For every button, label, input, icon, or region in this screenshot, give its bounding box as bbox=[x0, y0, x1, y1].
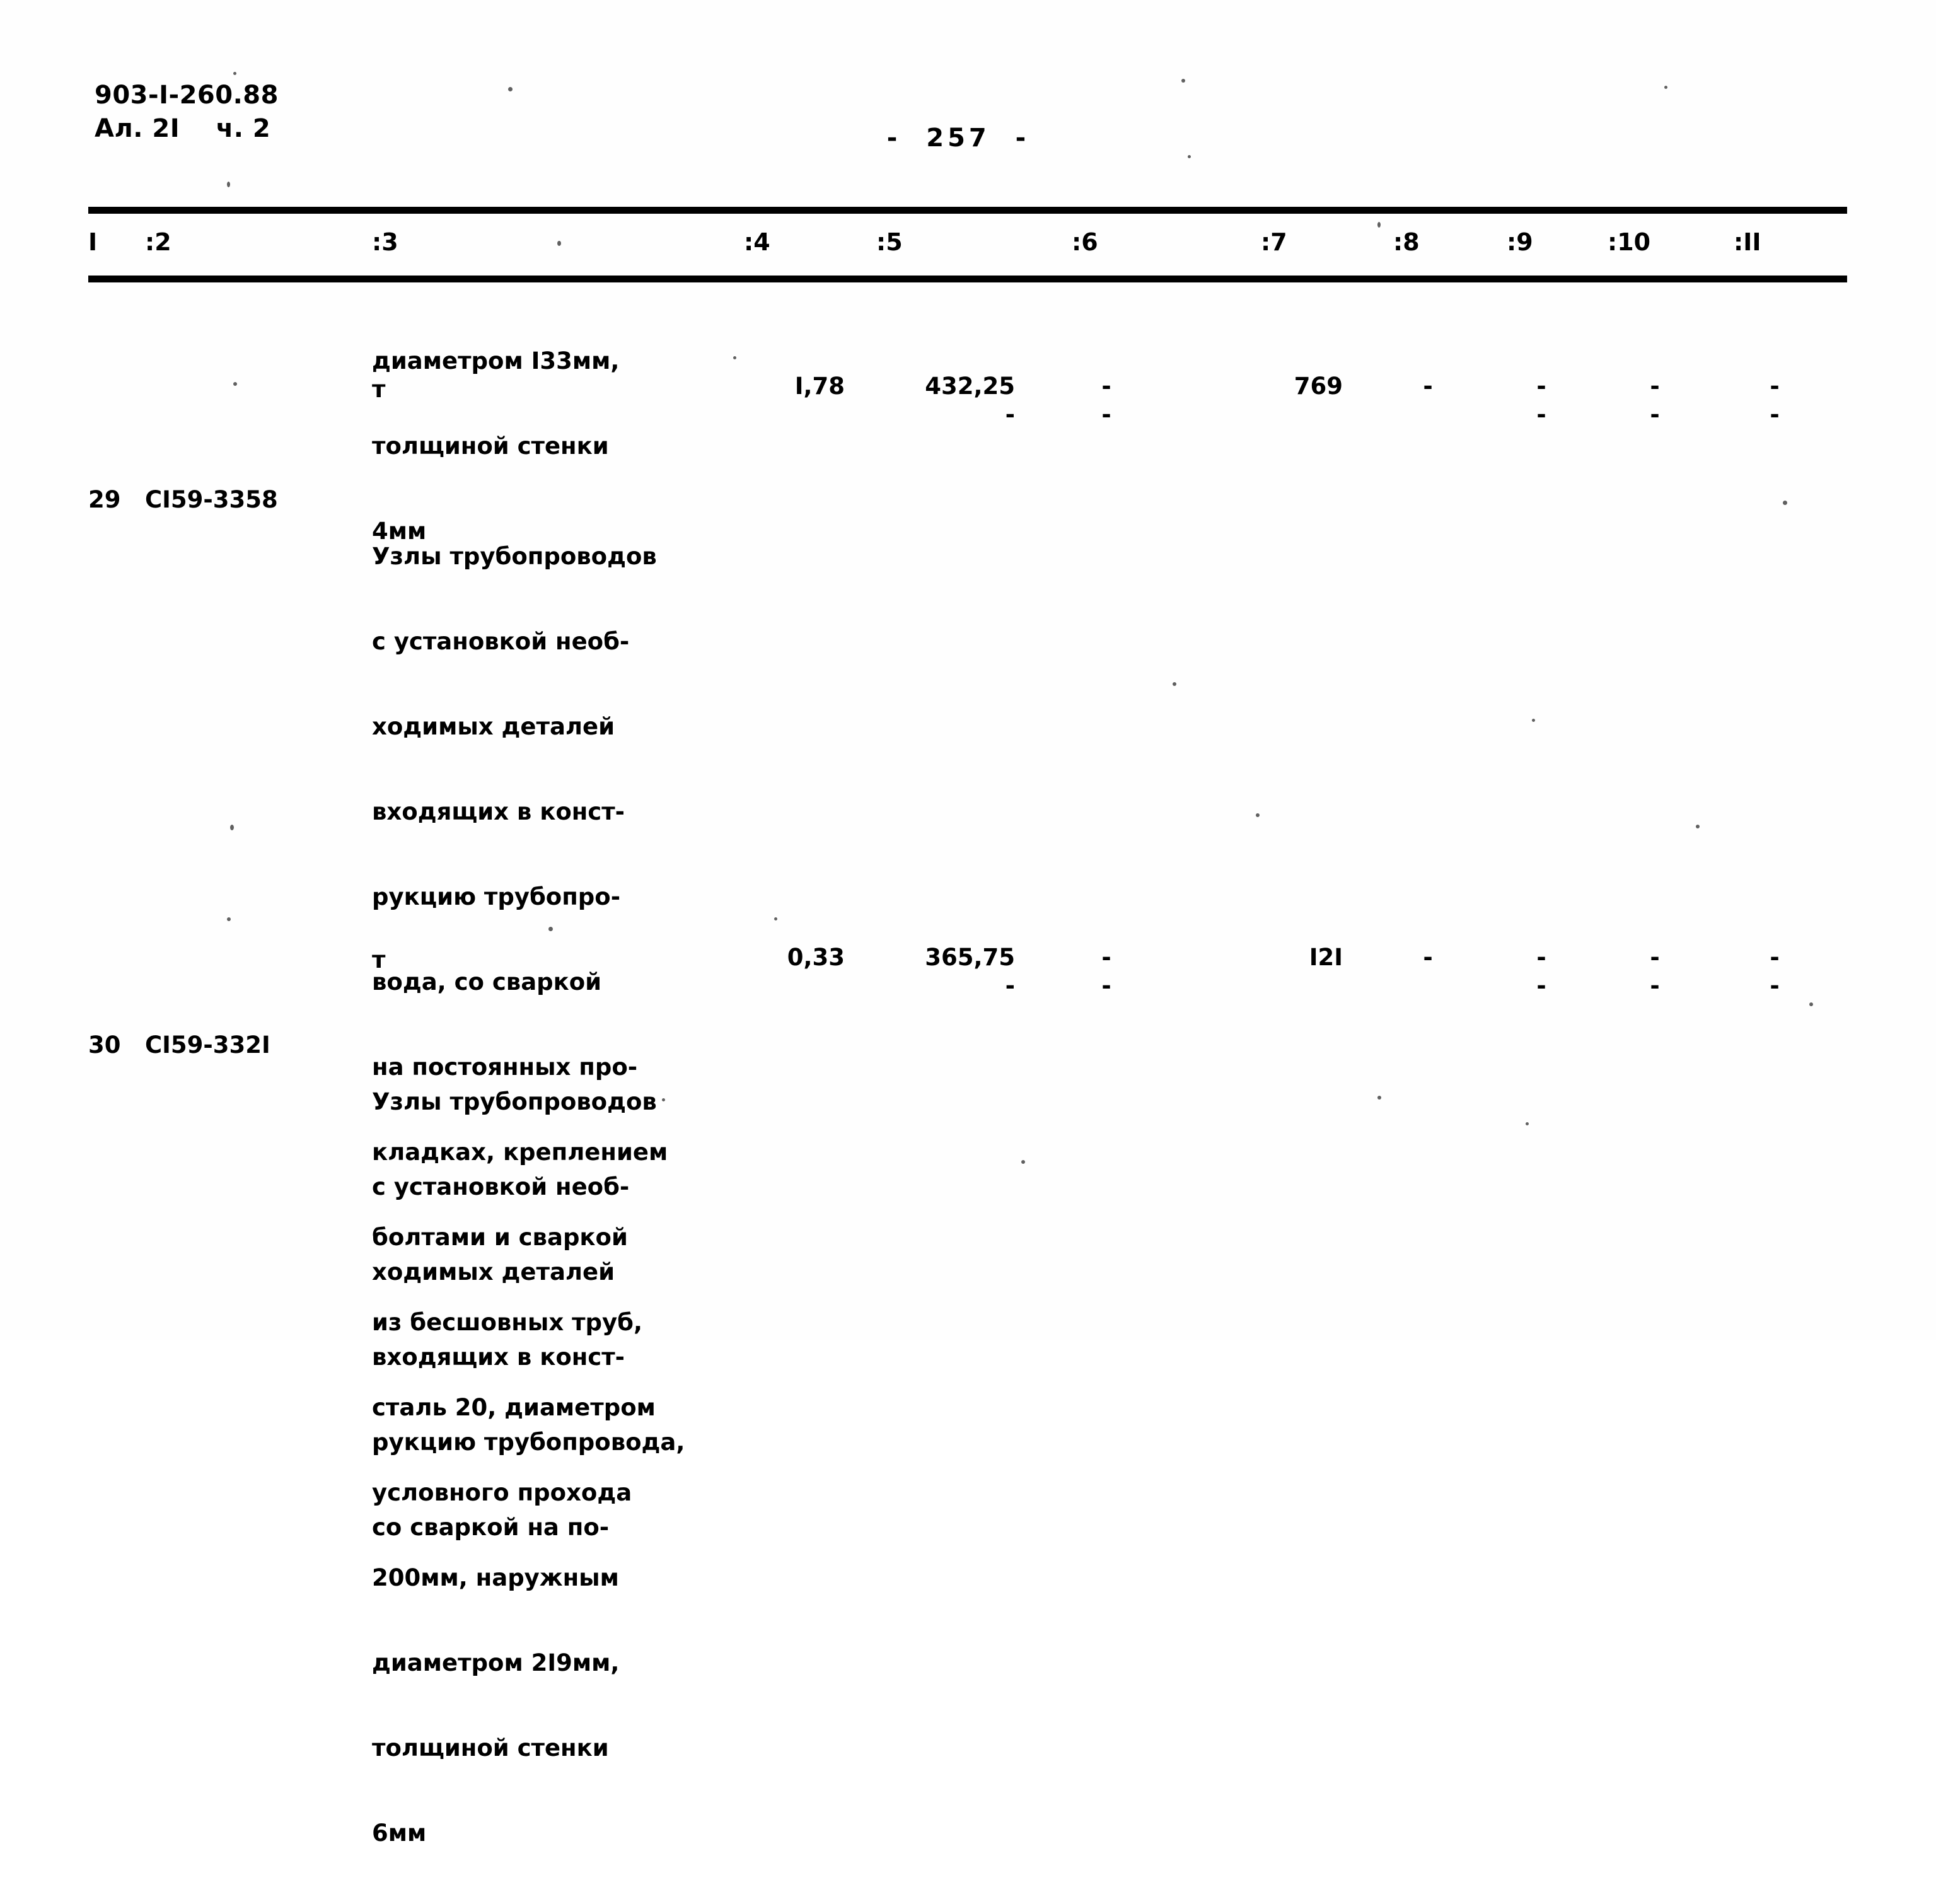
row-col10: - bbox=[1650, 944, 1660, 971]
row-col7: I2I bbox=[1309, 944, 1343, 971]
description-line: рукцию трубопро- bbox=[372, 883, 621, 910]
scan-speck bbox=[1783, 501, 1787, 505]
table-row: 30 CI59-332I Узлы трубопроводов с устано… bbox=[88, 1031, 1847, 1541]
description-line: диаметром I33мм, bbox=[372, 347, 620, 374]
row-col10-sub: - bbox=[1650, 972, 1660, 999]
row-description: Узлы трубопроводов с установкой необ- хо… bbox=[372, 1031, 685, 1598]
description-line: Узлы трубопроводов bbox=[372, 543, 657, 570]
table-top-rule bbox=[88, 207, 1847, 214]
row-col8: - bbox=[1423, 373, 1433, 400]
description-line: 6мм bbox=[372, 1820, 427, 1847]
column-header-4: :4 bbox=[744, 228, 770, 256]
column-header-9: :9 bbox=[1507, 228, 1533, 256]
description-line: входящих в конст- bbox=[372, 1344, 625, 1371]
scan-speck bbox=[1256, 813, 1260, 817]
row-number: 30 bbox=[88, 1031, 121, 1059]
row-col10: - bbox=[1650, 373, 1660, 400]
table-header-bottom-rule bbox=[88, 276, 1847, 282]
column-header-1: I bbox=[88, 228, 98, 256]
scan-speck bbox=[227, 182, 230, 187]
scan-speck bbox=[1526, 1122, 1529, 1125]
description-line: Узлы трубопроводов bbox=[372, 1088, 657, 1115]
description-line: ходимых деталей bbox=[372, 1258, 615, 1286]
row-col5: 432,25 bbox=[925, 373, 1015, 400]
row-number: 29 bbox=[88, 486, 121, 513]
column-header-2: :2 bbox=[145, 228, 171, 256]
page-number: - 257 - bbox=[886, 124, 1030, 153]
scan-speck bbox=[1377, 1096, 1381, 1100]
row-col8: - bbox=[1423, 944, 1433, 971]
description-line: диаметром 2I9мм, bbox=[372, 1649, 620, 1676]
table-row: диаметром I33мм, толщиной стенки 4мм т I… bbox=[88, 290, 1847, 545]
row-col5-sub: - bbox=[1005, 401, 1015, 428]
scan-speck bbox=[1532, 719, 1535, 722]
row-col11: - bbox=[1770, 373, 1780, 400]
column-header-6: :6 bbox=[1072, 228, 1098, 256]
description-line: с установкой необ- bbox=[372, 1173, 630, 1200]
scan-speck bbox=[774, 917, 777, 920]
scan-speck bbox=[1173, 682, 1176, 686]
description-line: вода, со сваркой bbox=[372, 968, 602, 996]
description-line: со сваркой на по- bbox=[372, 1514, 610, 1541]
row-col5-sub: - bbox=[1005, 972, 1015, 999]
row-col9-sub: - bbox=[1536, 972, 1546, 999]
row-col6: - bbox=[1101, 944, 1111, 971]
row-col10-sub: - bbox=[1650, 401, 1660, 428]
column-header-11: :II bbox=[1734, 228, 1761, 256]
document-header: 903-I-260.88 Ал. 2I ч. 2 bbox=[95, 81, 279, 144]
row-code: CI59-332I bbox=[145, 1031, 270, 1059]
row-col11-sub: - bbox=[1770, 972, 1780, 999]
description-line: входящих в конст- bbox=[372, 798, 625, 825]
row-col11-sub: - bbox=[1770, 401, 1780, 428]
scan-speck bbox=[1377, 222, 1381, 228]
scan-speck bbox=[230, 825, 234, 830]
scan-speck bbox=[1188, 155, 1191, 158]
scan-speck bbox=[508, 87, 513, 91]
scan-speck bbox=[1809, 1002, 1813, 1006]
column-header-8: :8 bbox=[1393, 228, 1420, 256]
scan-speck bbox=[1696, 825, 1700, 828]
row-col6-sub: - bbox=[1101, 972, 1111, 999]
row-col6-sub: - bbox=[1101, 401, 1111, 428]
column-header-5: :5 bbox=[876, 228, 903, 256]
scan-speck bbox=[548, 927, 553, 931]
table-body: диаметром I33мм, толщиной стенки 4мм т I… bbox=[88, 290, 1847, 1847]
document-album: Ал. 2I ч. 2 bbox=[95, 114, 271, 144]
row-code: CI59-3358 bbox=[145, 486, 278, 513]
scan-speck bbox=[233, 382, 237, 386]
column-header-3: :3 bbox=[372, 228, 398, 256]
row-col9-sub: - bbox=[1536, 401, 1546, 428]
description-line: толщиной стенки bbox=[372, 1734, 609, 1762]
scan-speck bbox=[733, 356, 736, 359]
row-unit: т bbox=[372, 376, 386, 403]
table-column-headers: I :2 :3 :4 :5 :6 :7 :8 :9 :10 :II bbox=[88, 228, 1847, 272]
scan-speck bbox=[1021, 1160, 1025, 1164]
row-col7: 769 bbox=[1294, 373, 1343, 400]
description-line: рукцию трубопровода, bbox=[372, 1429, 685, 1456]
scan-speck bbox=[233, 72, 236, 75]
row-col4: I,78 bbox=[794, 373, 845, 400]
scanned-page: 903-I-260.88 Ал. 2I ч. 2 - 257 - I :2 :3… bbox=[0, 0, 1936, 1847]
row-col4: 0,33 bbox=[787, 944, 845, 971]
row-col9: - bbox=[1536, 944, 1546, 971]
column-header-10: :10 bbox=[1608, 228, 1651, 256]
row-col11: - bbox=[1770, 944, 1780, 971]
document-code: 903-I-260.88 bbox=[95, 81, 279, 110]
description-line: толщиной стенки bbox=[372, 432, 609, 460]
column-header-7: :7 bbox=[1261, 228, 1287, 256]
scan-speck bbox=[1181, 79, 1185, 83]
table-row: 29 CI59-3358 Узлы трубопроводов с устано… bbox=[88, 485, 1847, 1847]
scan-speck bbox=[227, 917, 231, 921]
scan-speck bbox=[1664, 86, 1667, 89]
scan-speck bbox=[662, 1098, 665, 1101]
row-col6: - bbox=[1101, 373, 1111, 400]
scan-speck bbox=[557, 241, 561, 246]
row-unit: т bbox=[372, 946, 386, 973]
description-line: с установкой необ- bbox=[372, 628, 630, 655]
description-line: ходимых деталей bbox=[372, 713, 615, 740]
row-col5: 365,75 bbox=[925, 944, 1015, 971]
row-col9: - bbox=[1536, 373, 1546, 400]
